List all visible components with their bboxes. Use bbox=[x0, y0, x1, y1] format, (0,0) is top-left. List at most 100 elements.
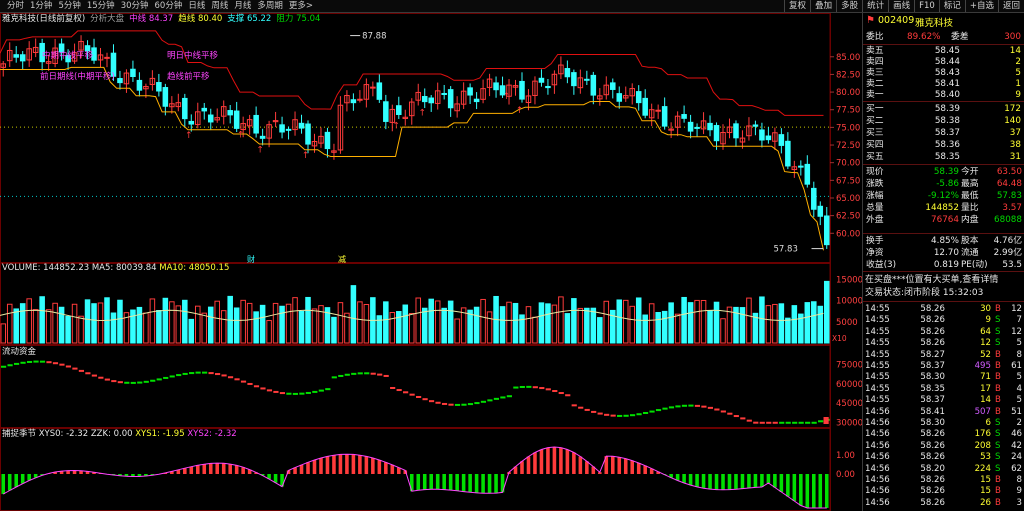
candle-body bbox=[104, 56, 110, 59]
volume-bar bbox=[117, 299, 123, 344]
tab-daily[interactable]: 日线 bbox=[185, 1, 208, 12]
adjust-button[interactable]: 复权 bbox=[784, 0, 810, 12]
fund-dash bbox=[571, 404, 577, 407]
fund-dash bbox=[85, 372, 91, 375]
volume-bar bbox=[357, 301, 363, 344]
fund-dash bbox=[325, 388, 331, 391]
fund-dash bbox=[150, 379, 156, 382]
mark-button[interactable]: 标记 bbox=[938, 0, 965, 12]
fund-dash bbox=[117, 381, 123, 384]
bid-row[interactable]: 买五 58.35 31 bbox=[863, 152, 1024, 163]
candle-body bbox=[610, 82, 616, 90]
volume-bar bbox=[759, 296, 765, 344]
tab-timeshare[interactable]: 分时 bbox=[4, 1, 27, 12]
fund-dash bbox=[195, 371, 201, 374]
f10-button[interactable]: F10 bbox=[914, 0, 939, 12]
volume-bar bbox=[253, 311, 259, 344]
tab-60min[interactable]: 60分钟 bbox=[152, 1, 186, 12]
ask-row[interactable]: 卖四 58.44 2 bbox=[863, 57, 1024, 68]
toolbar-buttons: 复权 叠加 多股 统计 画线 F10 标记 +自选 返回 bbox=[784, 0, 1024, 12]
ask-row[interactable]: 卖二 58.41 1 bbox=[863, 79, 1024, 90]
tick-row: 14:55 58.37 495 B 61 bbox=[865, 361, 1022, 371]
volume-bar bbox=[525, 306, 532, 344]
volume-bar bbox=[130, 309, 136, 344]
tab-1min[interactable]: 1分钟 bbox=[27, 1, 55, 12]
fund-dash bbox=[792, 421, 798, 424]
quote-row: 总量 144852 量比 3.57 bbox=[866, 203, 1022, 213]
indicator-name[interactable]: 分析大盘 bbox=[90, 14, 124, 25]
fund-dash bbox=[480, 400, 487, 403]
volume-bar bbox=[402, 304, 409, 344]
draw-button[interactable]: 画线 bbox=[888, 0, 914, 12]
volume-bar bbox=[512, 302, 519, 344]
fund-indicator-label[interactable]: 流动资金 bbox=[2, 347, 36, 358]
fund-dash bbox=[370, 372, 376, 375]
back-button[interactable]: 返回 bbox=[997, 0, 1024, 12]
volume-bar bbox=[292, 297, 298, 344]
candle-body bbox=[370, 86, 376, 89]
fund-dash bbox=[78, 369, 84, 372]
tick-row: 14:55 58.26 9 S 7 bbox=[865, 315, 1022, 326]
volume-bar bbox=[169, 301, 175, 344]
volume-bar bbox=[765, 305, 772, 344]
bid-row[interactable]: 买二 58.38 140 bbox=[863, 116, 1024, 127]
bid-row[interactable]: 买一 58.39 172 bbox=[863, 104, 1024, 115]
big-order-notice[interactable]: 在买盘***位置有大买单,查看详情 bbox=[865, 275, 1024, 286]
fund-dash bbox=[655, 409, 662, 412]
fund-dash bbox=[1, 365, 7, 368]
ask-row[interactable]: 卖一 58.40 9 bbox=[863, 90, 1024, 101]
fund-dash bbox=[779, 421, 785, 424]
candle-body bbox=[616, 93, 623, 102]
tab-5min[interactable]: 5分钟 bbox=[55, 1, 83, 12]
tab-weekly[interactable]: 周线 bbox=[208, 1, 231, 12]
stock-flag-icon: ⚑ bbox=[866, 15, 875, 26]
tab-15min[interactable]: 15分钟 bbox=[84, 1, 118, 12]
volume-bar bbox=[590, 307, 597, 344]
candle-body bbox=[733, 123, 739, 139]
tab-monthly[interactable]: 月线 bbox=[231, 1, 254, 12]
candle-body bbox=[661, 106, 668, 127]
tick-row: 14:55 58.30 71 B 5 bbox=[865, 372, 1022, 383]
volume-bar bbox=[785, 317, 791, 344]
fund-dash bbox=[189, 372, 195, 375]
volume-unit-label: X10 bbox=[832, 334, 847, 343]
multi-stock-button[interactable]: 多股 bbox=[836, 0, 862, 12]
price-axis-label: 62.50 bbox=[836, 212, 860, 222]
volume-bar bbox=[713, 301, 720, 344]
tab-multi-period[interactable]: 多周期 bbox=[254, 1, 286, 12]
volume-bar bbox=[97, 302, 104, 344]
tab-more[interactable]: 更多> bbox=[286, 1, 316, 12]
fund-dash bbox=[143, 380, 149, 383]
low-price-label: 57.83 bbox=[774, 245, 798, 255]
volume-bar bbox=[311, 308, 318, 344]
tab-30min[interactable]: 30分钟 bbox=[118, 1, 152, 12]
fund-dash bbox=[312, 390, 318, 393]
ask-row[interactable]: 卖三 58.43 5 bbox=[863, 68, 1024, 79]
candle-body bbox=[823, 215, 830, 246]
add-watchlist-button[interactable]: +自选 bbox=[964, 0, 998, 12]
volume-bar bbox=[26, 298, 32, 344]
fund-dash bbox=[98, 376, 104, 379]
tick-row: 14:56 58.26 53 S 24 bbox=[865, 452, 1022, 463]
candle-body bbox=[324, 131, 331, 150]
volume-bar bbox=[233, 307, 240, 344]
fund-dash bbox=[500, 396, 506, 399]
volume-bar bbox=[156, 310, 162, 344]
chart-title[interactable]: 雅克科技(日线前复权) bbox=[2, 14, 85, 25]
candle-body bbox=[285, 128, 292, 131]
candle-body bbox=[493, 82, 499, 91]
volume-bar bbox=[136, 306, 143, 344]
panel-border bbox=[0, 428, 831, 511]
fund-dash bbox=[545, 388, 551, 391]
volume-bar bbox=[389, 312, 396, 344]
bid-row[interactable]: 买四 58.36 38 bbox=[863, 140, 1024, 151]
buy-arrow-icon: ↑ bbox=[516, 106, 524, 116]
overlay-button[interactable]: 叠加 bbox=[810, 0, 836, 12]
candle-body bbox=[421, 96, 428, 103]
volume-bar bbox=[486, 311, 493, 344]
fund-dash bbox=[454, 403, 461, 406]
ask-row[interactable]: 卖五 58.45 14 bbox=[863, 46, 1024, 57]
stats-button[interactable]: 统计 bbox=[862, 0, 888, 12]
bid-row[interactable]: 买三 58.37 37 bbox=[863, 128, 1024, 139]
candle-body bbox=[447, 89, 454, 109]
